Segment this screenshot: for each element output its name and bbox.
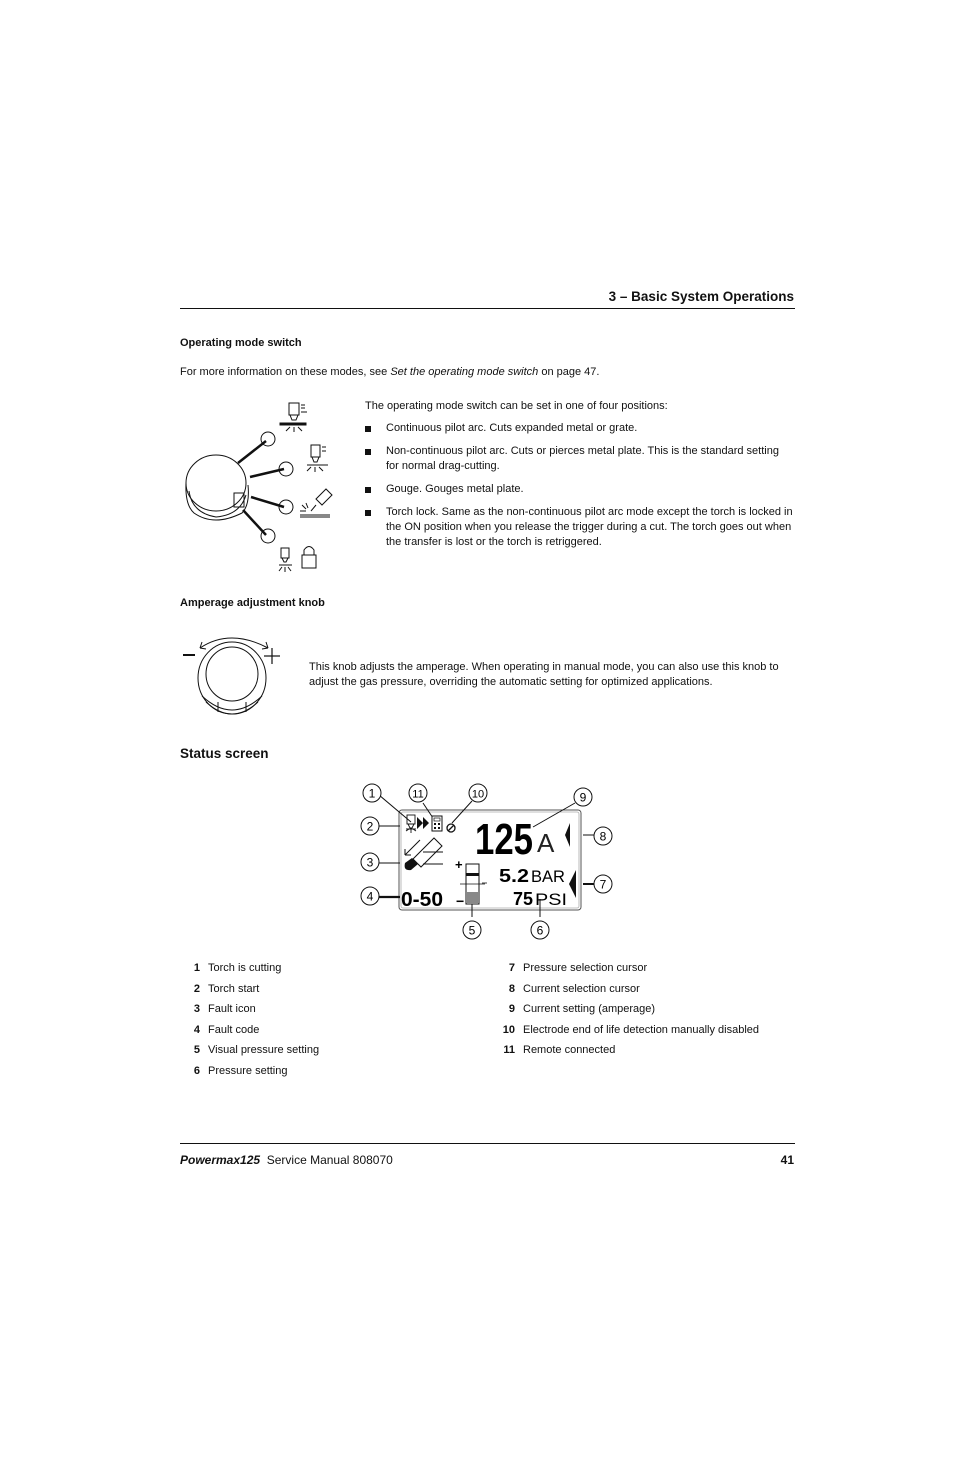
legend-item: 5 Visual pressure setting <box>193 1044 320 1057</box>
mode-positions-list: Continuous pilot arc. Cuts expanded meta… <box>364 421 794 558</box>
pressure-plus-sign: + <box>455 857 463 872</box>
mode-position-item: Non-continuous pilot arc. Cuts or pierce… <box>364 444 794 474</box>
position-4-indicator <box>260 528 276 544</box>
remote-connected-icon <box>431 815 443 832</box>
pressure-psi-unit: PSI <box>535 890 567 909</box>
gouge-icon <box>300 488 333 518</box>
current-unit: A <box>537 828 555 858</box>
callout-3-label: 3 <box>367 856 374 870</box>
pressure-bar-value: 5.2 <box>499 866 529 886</box>
amperage-knob-illustration <box>183 637 280 715</box>
legend-item: 7 Pressure selection cursor <box>508 962 648 974</box>
status-screen-heading: Status screen <box>180 746 269 761</box>
legend-item: 8 Current selection cursor <box>508 982 640 995</box>
mode-position-item: Torch lock. Same as the non-continuous p… <box>364 505 794 550</box>
position-1-indicator <box>260 431 276 447</box>
callout-8-label: 8 <box>600 830 607 844</box>
operating-mode-heading: Operating mode switch <box>180 337 302 349</box>
mode-position-item: Continuous pilot arc. Cuts expanded meta… <box>364 421 794 436</box>
amperage-knob-heading: Amperage adjustment knob <box>180 597 325 609</box>
mode-switch-illustration <box>185 402 333 572</box>
legend-item: 9 Current setting (amperage) <box>508 1003 656 1016</box>
status-screen-diagram: 1 11 10 9 2 3 4 8 7 5 6 0-50 + − 125 A 5… <box>360 783 613 940</box>
pressure-minus-sign: − <box>456 893 464 909</box>
callout-9-label: 9 <box>580 791 587 805</box>
current-setting-value: 125 <box>475 815 533 864</box>
status-legend-left: 1 Torch is cutting 2 Torch start 3 Fault ic… <box>180 958 319 1082</box>
callout-11-label: 11 <box>412 789 423 801</box>
legend-item: 6 Pressure setting <box>193 1064 288 1077</box>
operating-mode-intro: For more information on these modes, see… <box>180 365 599 380</box>
footer-rule <box>180 1143 795 1144</box>
intro-suffix: on page 47. <box>538 366 600 378</box>
amperage-knob <box>197 641 267 715</box>
status-legend-right: 7 Pressure selection cursor 8 Current sele… <box>495 958 759 1061</box>
callout-6-label: 6 <box>537 924 544 938</box>
pressure-bar-unit: BAR <box>531 867 565 886</box>
continuous-pilot-arc-icon <box>279 402 307 432</box>
torch-lock-icon <box>278 546 317 572</box>
page-reference-link[interactable]: Set the operating mode switch <box>390 366 538 378</box>
product-name: Powermax125 <box>180 1153 261 1167</box>
callout-4-label: 4 <box>367 890 374 904</box>
amperage-knob-description: This knob adjusts the amperage. When ope… <box>309 661 779 688</box>
legend-item: 10 Electrode end of life detection manual… <box>502 1023 760 1036</box>
knob-top <box>185 454 247 512</box>
footer-product: Powermax125 Service Manual 808070 <box>180 1153 393 1167</box>
legend-item: 3 Fault icon <box>193 1003 256 1016</box>
fault-code: 0-50 <box>401 889 443 911</box>
mode-position-item: Gouge. Gouges metal plate. <box>364 482 794 497</box>
legend-item: 1 Torch is cutting <box>193 962 282 974</box>
chapter-title: 3 – Basic System Operations <box>608 289 794 304</box>
non-continuous-pilot-arc-icon <box>306 444 328 472</box>
mode-lead-text: The operating mode switch can be set in … <box>365 400 668 412</box>
callout-10-label: 10 <box>472 789 484 801</box>
legend-item: 11 Remote connected <box>503 1044 616 1057</box>
plus-icon <box>264 648 280 664</box>
intro-prefix: For more information on these modes, see <box>180 366 391 378</box>
callout-5-label: 5 <box>469 924 476 938</box>
header-rule <box>180 308 795 309</box>
callout-2-label: 2 <box>367 820 374 834</box>
callout-7-label: 7 <box>600 878 607 892</box>
legend-item: 2 Torch start <box>193 982 260 995</box>
rotation-arrow-icon <box>199 637 269 649</box>
page-number: 41 <box>780 1153 794 1167</box>
callout-1-label: 1 <box>369 787 376 801</box>
legend-item: 4 Fault code <box>193 1023 260 1036</box>
manual-title: Service Manual 808070 <box>266 1153 393 1167</box>
pressure-psi-value: 75 <box>513 889 533 909</box>
